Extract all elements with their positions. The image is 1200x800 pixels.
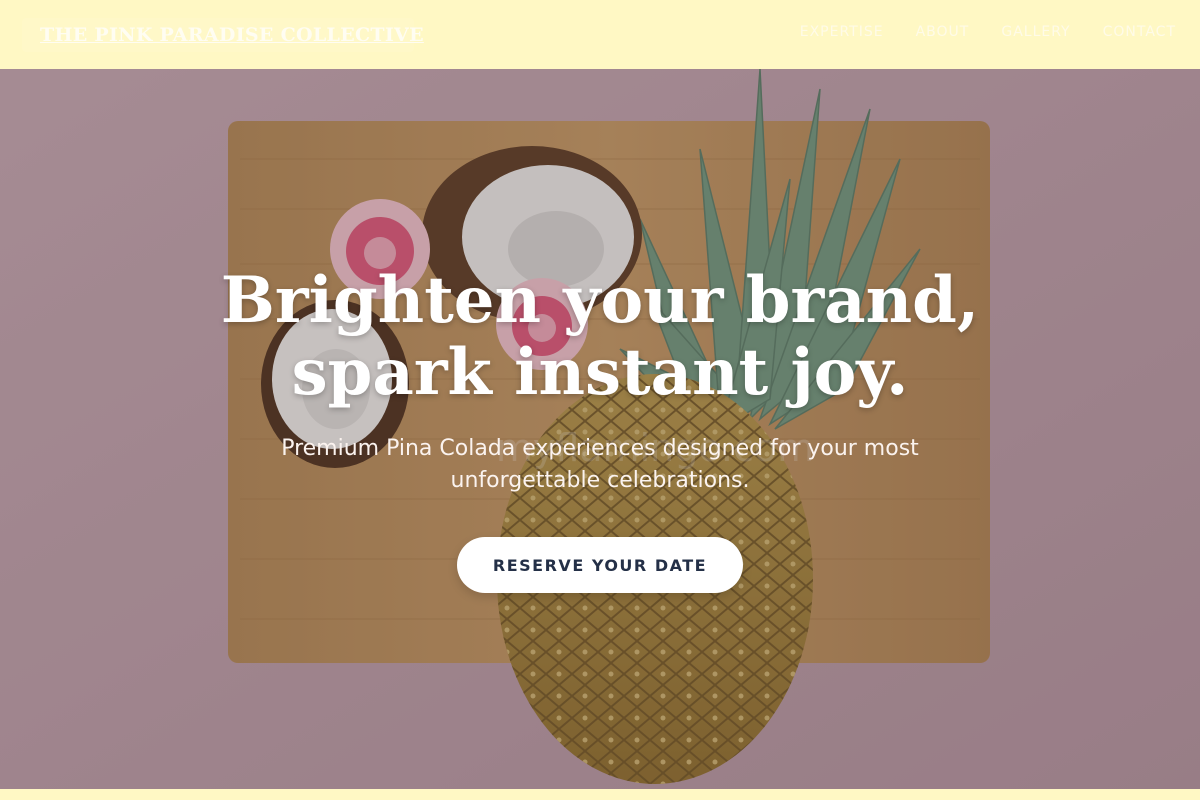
subhead-line-1: Premium Pina Colada experiences designed… xyxy=(281,436,919,461)
next-section-edge xyxy=(0,789,1200,800)
reserve-date-button[interactable]: RESERVE YOUR DATE xyxy=(457,537,743,593)
subhead-line-2: unforgettable celebrations. xyxy=(450,468,750,493)
brand-logo[interactable]: THE PINK PARADISE COLLECTIVE xyxy=(22,18,424,52)
nav-expertise[interactable]: EXPERTISE xyxy=(800,24,884,40)
hero-subheading: Premium Pina Colada experiences designed… xyxy=(230,433,970,497)
hero-headline: Brighten your brand, spark instant joy. xyxy=(150,265,1050,409)
headline-line-1: Brighten your brand, xyxy=(220,263,980,338)
brand-name: THE PINK PARADISE COLLECTIVE xyxy=(40,24,424,46)
hero-content: Brighten your brand, spark instant joy. … xyxy=(0,69,1200,789)
hero-section: myflamingo.com Brighten your brand, spar… xyxy=(0,69,1200,789)
nav-contact[interactable]: CONTACT xyxy=(1103,24,1176,40)
main-nav: EXPERTISE ABOUT GALLERY CONTACT xyxy=(800,24,1176,40)
headline-line-2: spark instant joy. xyxy=(291,335,909,410)
nav-gallery[interactable]: GALLERY xyxy=(1001,24,1070,40)
site-header: THE PINK PARADISE COLLECTIVE EXPERTISE A… xyxy=(0,0,1200,69)
nav-about[interactable]: ABOUT xyxy=(916,24,970,40)
